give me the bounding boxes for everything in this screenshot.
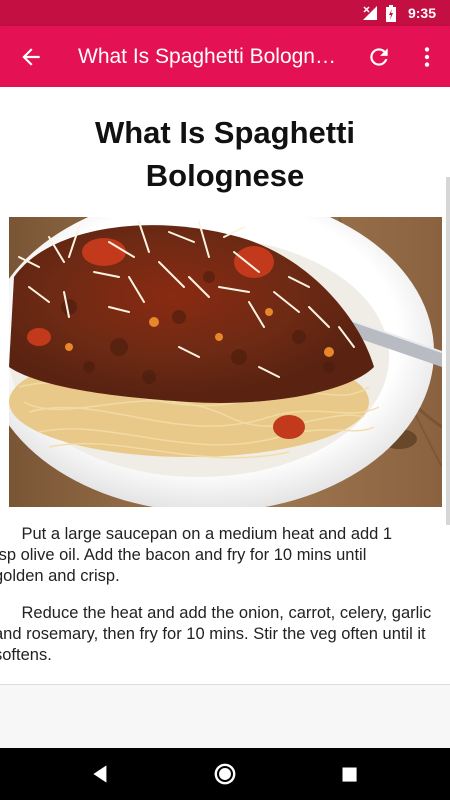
signal-no-data-icon xyxy=(362,6,377,20)
status-icons: 9:35 xyxy=(362,0,436,26)
instruction-paragraph-2: Reduce the heat and add the onion, carro… xyxy=(0,603,450,666)
scrollbar-thumb[interactable] xyxy=(446,177,450,525)
more-vert-icon[interactable] xyxy=(414,44,440,70)
paragraph-1-line-3: golden and crisp. xyxy=(0,567,120,585)
back-arrow-icon[interactable] xyxy=(18,44,44,70)
article-heading-line1: What Is Spaghetti xyxy=(94,115,356,150)
paragraph-2-line-3: softens. xyxy=(0,646,52,664)
recents-square-icon[interactable] xyxy=(336,761,362,787)
system-navigation-bar xyxy=(0,748,450,800)
app-bar-title: What Is Spaghetti Bologn… xyxy=(78,45,336,68)
paragraph-1-line-2: tsp olive oil. Add the bacon and fry for… xyxy=(0,546,367,564)
instruction-paragraph-1: Put a large saucepan on a medium heat an… xyxy=(0,524,450,587)
refresh-icon[interactable] xyxy=(366,44,392,70)
article-content[interactable]: What Is Spaghetti Bolognese Put a large … xyxy=(0,87,450,684)
app-bar: What Is Spaghetti Bologn… xyxy=(0,26,450,87)
back-triangle-icon[interactable] xyxy=(88,761,114,787)
footer-area xyxy=(0,685,450,748)
paragraph-1-line-1: Put a large saucepan on a medium heat an… xyxy=(0,525,393,543)
spaghetti-bolognese-image xyxy=(9,217,442,507)
article-heading: What Is Spaghetti Bolognese xyxy=(0,111,450,197)
paragraph-2-line-2: and rosemary, then fry for 10 mins. Stir… xyxy=(0,625,426,643)
status-bar: 9:35 xyxy=(0,0,450,26)
battery-charging-icon xyxy=(385,4,396,22)
status-time: 9:35 xyxy=(407,5,436,21)
home-circle-icon[interactable] xyxy=(212,761,238,787)
paragraph-2-line-1: Reduce the heat and add the onion, carro… xyxy=(0,604,432,622)
article-heading-line2: Bolognese xyxy=(145,158,305,193)
